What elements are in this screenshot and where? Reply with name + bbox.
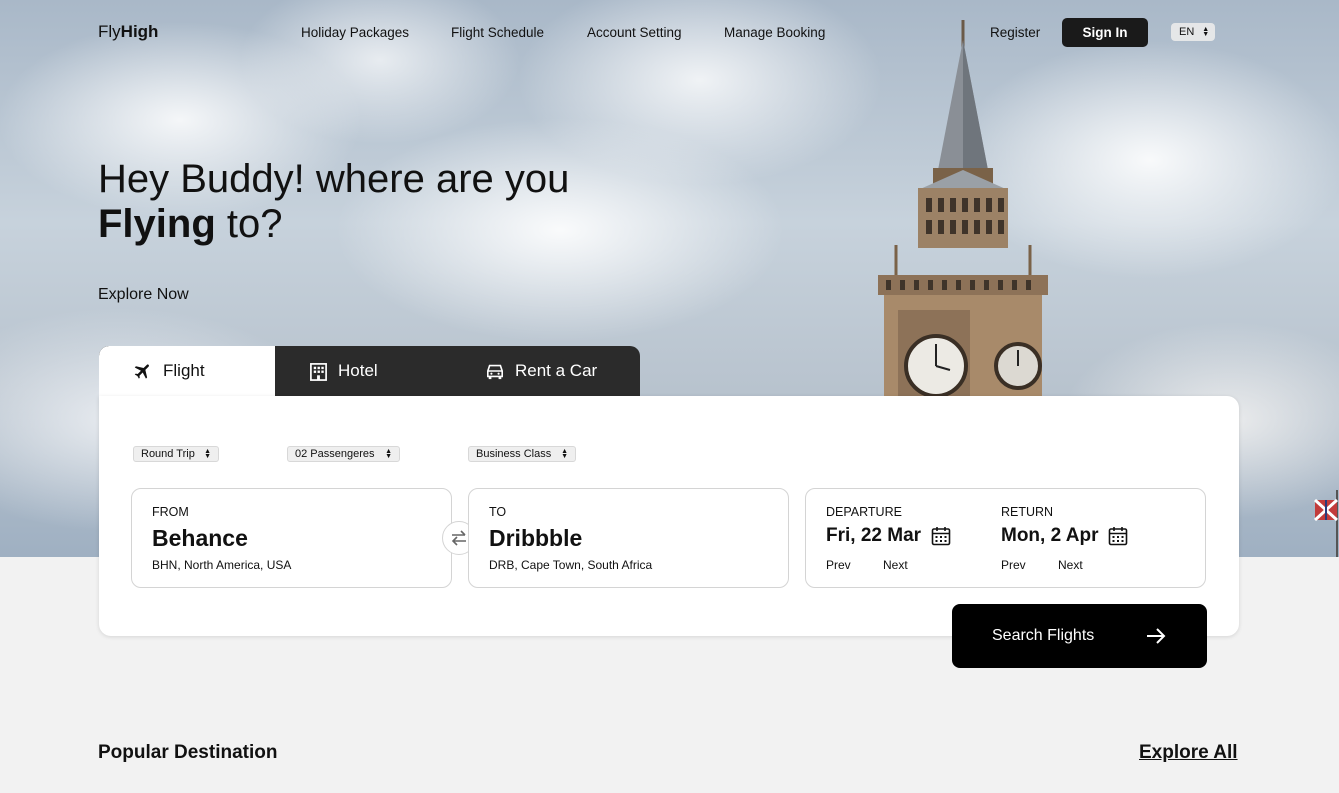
tab-flight[interactable]: Flight [99,346,275,396]
tab-flight-label: Flight [163,361,205,380]
trip-type-value: Round Trip [141,448,195,460]
select-arrows-icon: ▲ ▼ [561,448,568,460]
plane-icon [134,364,149,379]
calendar-icon[interactable] [931,526,951,546]
building-icon [310,362,327,381]
arrow-right-icon [1147,628,1166,644]
booking-tabs: Flight Hotel Rent a Car [99,346,640,396]
explore-now-link[interactable]: Explore Now [98,286,189,304]
explore-all-link[interactable]: Explore All [1139,742,1238,764]
popular-destination-title: Popular Destination [98,742,278,763]
calendar-icon[interactable] [1108,526,1128,546]
flag-image [1313,490,1339,557]
headline-line2: Flying to? [98,202,569,247]
return-prev[interactable]: Prev [1001,558,1026,572]
departure-date-value: Fri, 22 Mar [826,525,922,546]
tab-rent-a-car-label: Rent a Car [515,361,598,380]
tab-hotel[interactable]: Hotel [309,346,378,396]
select-arrows-icon: ▲ ▼ [1202,26,1210,38]
passengers-select[interactable]: 02 Passengeres ▲ ▼ [287,446,400,462]
tab-hotel-label: Hotel [338,361,378,380]
cabin-class-select[interactable]: Business Class ▲ ▼ [468,446,576,462]
search-flights-label: Search Flights [992,627,1095,644]
car-icon [486,364,504,380]
nav-holiday-packages[interactable]: Holiday Packages [301,25,409,40]
departure-next[interactable]: Next [883,558,908,572]
headline-rest: to? [215,202,283,246]
brand-logo[interactable]: FlyHigh [98,22,158,42]
return-label: RETURN [1001,505,1054,519]
register-link[interactable]: Register [990,25,1040,40]
language-value: EN [1179,26,1195,38]
clock-tower-image [878,20,1048,396]
to-label: TO [489,505,507,519]
hero-headline: Hey Buddy! where are you Flying to? [98,157,569,247]
swap-arrows-icon [451,530,466,546]
trip-type-select[interactable]: Round Trip ▲ ▼ [133,446,219,462]
select-arrows-icon: ▲ ▼ [204,448,211,460]
from-label: FROM [152,505,189,519]
nav-manage-booking[interactable]: Manage Booking [724,25,825,40]
to-city: Dribbble [489,525,583,551]
nav-flight-schedule[interactable]: Flight Schedule [451,25,544,40]
language-select[interactable]: EN ▲ ▼ [1171,23,1215,41]
passengers-value: 02 Passengeres [295,448,375,460]
departure-value-row: Fri, 22 Mar [826,525,951,547]
departure-date[interactable]: DEPARTURE Fri, 22 Mar Prev Next [826,489,996,587]
headline-bold: Flying [98,202,216,246]
departure-prev[interactable]: Prev [826,558,851,572]
to-detail: DRB, Cape Town, South Africa [489,558,653,572]
return-date[interactable]: RETURN Mon, 2 Apr Prev Next [1001,489,1181,587]
dates-field: DEPARTURE Fri, 22 Mar Prev Next RETURN M… [805,488,1206,588]
select-arrows-icon: ▲ ▼ [385,448,392,460]
from-detail: BHN, North America, USA [152,558,292,572]
logo-bold: High [120,22,159,41]
return-date-value: Mon, 2 Apr [1001,525,1099,546]
tab-rent-a-car[interactable]: Rent a Car [485,346,597,396]
departure-label: DEPARTURE [826,505,902,519]
from-city: Behance [152,525,248,551]
cabin-class-value: Business Class [476,448,552,460]
return-next[interactable]: Next [1058,558,1083,572]
return-value-row: Mon, 2 Apr [1001,525,1128,547]
sign-in-button[interactable]: Sign In [1062,18,1148,47]
logo-light: Fly [98,22,121,41]
search-flights-button[interactable]: Search Flights [952,604,1207,668]
from-field[interactable]: FROM Behance BHN, North America, USA [131,488,452,588]
to-field[interactable]: TO Dribbble DRB, Cape Town, South Africa [468,488,789,588]
headline-line1: Hey Buddy! where are you [98,157,570,201]
nav-account-setting[interactable]: Account Setting [587,25,682,40]
